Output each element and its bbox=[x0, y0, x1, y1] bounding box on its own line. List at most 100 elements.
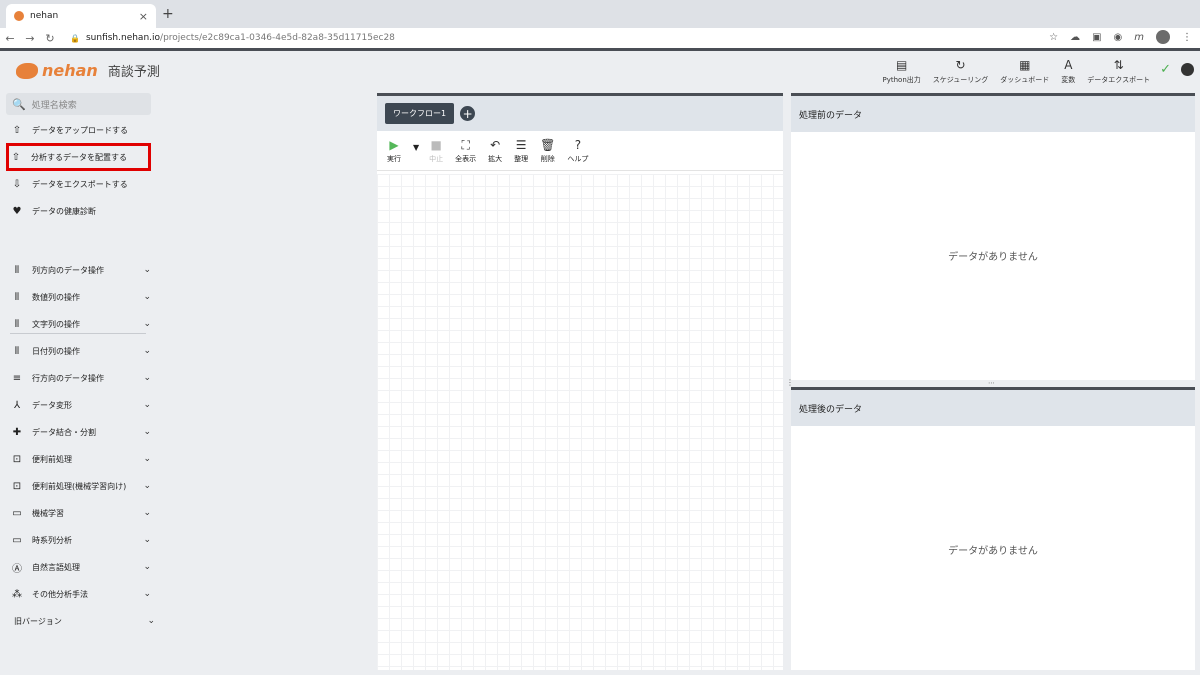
forward-icon[interactable]: → bbox=[20, 32, 40, 45]
fit-all-button[interactable]: ⛶ 全表示 bbox=[455, 138, 476, 164]
chevron-down-icon: ⌄ bbox=[143, 346, 151, 356]
account-icon[interactable] bbox=[1181, 63, 1194, 76]
chevron-down-icon: ⌄ bbox=[143, 508, 151, 518]
tab-close-icon[interactable]: × bbox=[139, 10, 148, 23]
translate-icon[interactable]: ▣ bbox=[1092, 32, 1101, 43]
nlp-icon: Ⓐ bbox=[12, 563, 22, 575]
stop-button[interactable]: ■ 中止 bbox=[429, 138, 443, 164]
extension-icons: ☆ ☁ ▣ ◉ m ⋮ bbox=[1049, 30, 1192, 44]
search-icon: 🔍 bbox=[12, 97, 26, 111]
url-field[interactable]: 🔒 sunfish.nehan.io/projects/e2c89ca1-034… bbox=[70, 33, 395, 43]
download-icon: ⇩ bbox=[12, 178, 22, 190]
top-nav: ▤ Python出力 ↻ スケジューリング ▦ ダッシュボード A 変数 ⇅ デ… bbox=[871, 58, 1194, 85]
nehan-logo-icon bbox=[16, 62, 38, 79]
category-nlp[interactable]: Ⓐ 自然言語処理 ⌄ bbox=[10, 556, 155, 578]
play-icon: ▶ bbox=[389, 137, 399, 152]
category-column-ops[interactable]: ⦀ 列方向のデータ操作 ⌄ bbox=[10, 259, 155, 281]
chevron-down-icon: ⌄ bbox=[143, 400, 151, 410]
category-join-split[interactable]: ✚ データ結合・分割 ⌄ bbox=[10, 421, 155, 443]
tool-label: 拡大 bbox=[488, 154, 503, 163]
browser-tab[interactable]: nehan × bbox=[6, 4, 156, 28]
search-input[interactable]: 🔍 処理名検索 bbox=[6, 93, 151, 115]
m-extension-icon[interactable]: m bbox=[1134, 32, 1144, 43]
workflow-panel: ワークフロー1 + ▶ 実行 ▼ ■ 中止 ⛶ 全表示 ↶ 拡大 ☰ 整理 🗑 … bbox=[377, 93, 783, 670]
columns-icon: ⦀ bbox=[14, 291, 20, 303]
category-transform[interactable]: ⅄ データ変形 ⌄ bbox=[10, 394, 155, 416]
category-date-ops[interactable]: ⦀ 日付列の操作 ⌄ bbox=[10, 340, 155, 362]
chevron-down-icon: ⌄ bbox=[147, 616, 155, 626]
nav-label: データエクスポート bbox=[1087, 76, 1151, 84]
nav-label: ダッシュボード bbox=[1000, 76, 1050, 84]
menu-icon[interactable]: ⋮ bbox=[1182, 32, 1192, 43]
browser-tab-bar: nehan × + bbox=[0, 0, 1200, 28]
sidebar-item-label: データをアップロードする bbox=[32, 125, 128, 135]
run-button[interactable]: ▶ 実行 bbox=[387, 138, 401, 164]
category-legacy-version[interactable]: 旧バージョン ⌄ bbox=[14, 610, 159, 632]
chevron-down-icon: ⌄ bbox=[143, 562, 151, 572]
sidebar-item-place-data[interactable]: ⇧ 分析するデータを配置する bbox=[6, 143, 151, 171]
profile-avatar[interactable] bbox=[1156, 30, 1170, 44]
data-export-button[interactable]: ⇅ データエクスポート bbox=[1087, 58, 1150, 85]
columns-icon: ⦀ bbox=[14, 318, 20, 330]
tool-label: 実行 bbox=[387, 154, 401, 163]
tool-label: ヘルプ bbox=[567, 154, 589, 163]
scheduling-button[interactable]: ↻ スケジューリング bbox=[933, 58, 989, 85]
variables-button[interactable]: A 変数 bbox=[1061, 58, 1075, 85]
tab-workflow-1[interactable]: ワークフロー1 bbox=[385, 103, 455, 124]
category-label: 自然言語処理 bbox=[32, 562, 80, 572]
add-workflow-button[interactable]: + bbox=[460, 106, 476, 121]
star-icon[interactable]: ☆ bbox=[1049, 32, 1058, 43]
reload-icon[interactable]: ↻ bbox=[40, 32, 60, 45]
category-label: 列方向のデータ操作 bbox=[32, 265, 104, 275]
chevron-down-icon: ⌄ bbox=[143, 589, 151, 599]
back-icon[interactable]: ← bbox=[0, 32, 20, 45]
category-row-ops[interactable]: ≡ 行方向のデータ操作 ⌄ bbox=[10, 367, 155, 389]
address-bar: ← → ↻ 🔒 sunfish.nehan.io/projects/e2c89c… bbox=[0, 28, 1200, 48]
tool-label: 全表示 bbox=[455, 154, 477, 163]
sidebar: 🔍 処理名検索 ⇧ データをアップロードする ⇧ 分析するデータを配置する ⇩ … bbox=[0, 93, 160, 675]
tool-label: 削除 bbox=[540, 154, 555, 163]
dashboard-button[interactable]: ▦ ダッシュボード bbox=[1000, 58, 1049, 85]
python-export-button[interactable]: ▤ Python出力 bbox=[883, 58, 921, 85]
chevron-down-icon: ⌄ bbox=[143, 373, 151, 383]
tool-label: 中止 bbox=[429, 154, 444, 163]
category-label: データ変形 bbox=[32, 400, 72, 410]
category-machine-learning[interactable]: ▭ 機械学習 ⌄ bbox=[10, 502, 155, 524]
new-tab-button[interactable]: + bbox=[162, 6, 174, 22]
help-button[interactable]: ? ヘルプ bbox=[567, 138, 588, 164]
empty-message: データがありません bbox=[948, 546, 1038, 557]
category-label: 便利前処理 bbox=[32, 454, 72, 464]
brand-name: nehan bbox=[42, 61, 98, 80]
sidebar-item-label: データの健康診断 bbox=[32, 206, 96, 216]
zoom-button[interactable]: ↶ 拡大 bbox=[488, 138, 502, 164]
workflow-canvas[interactable] bbox=[377, 174, 783, 670]
before-data-panel: 処理前のデータ データがありません bbox=[791, 93, 1195, 380]
url-path: /projects/e2c89ca1-0346-4e5d-82a8-35d117… bbox=[160, 33, 395, 43]
category-preprocess[interactable]: ⊡ 便利前処理 ⌄ bbox=[10, 448, 155, 470]
circle-extension-icon[interactable]: ◉ bbox=[1114, 32, 1123, 43]
sidebar-item-export[interactable]: ⇩ データをエクスポートする bbox=[10, 173, 155, 195]
sidebar-item-health-check[interactable]: ♥ データの健康診断 bbox=[10, 200, 155, 222]
sidebar-item-upload[interactable]: ⇧ データをアップロードする bbox=[10, 119, 155, 141]
category-time-series[interactable]: ▭ 時系列分析 ⌄ bbox=[10, 529, 155, 551]
arrange-button[interactable]: ☰ 整理 bbox=[514, 138, 528, 164]
chevron-down-icon: ⌄ bbox=[143, 454, 151, 464]
logo[interactable]: nehan 商談予測 bbox=[16, 61, 160, 80]
app-header: nehan 商談予測 ▤ Python出力 ↻ スケジューリング ▦ ダッシュボ… bbox=[0, 51, 1200, 93]
category-label: 時系列分析 bbox=[32, 535, 72, 545]
category-numeric-ops[interactable]: ⦀ 数値列の操作 ⌄ bbox=[10, 286, 155, 308]
nav-label: Python出力 bbox=[882, 76, 921, 84]
search-placeholder: 処理名検索 bbox=[31, 100, 77, 111]
horizontal-splitter-handle[interactable]: ⋯ bbox=[988, 379, 995, 387]
nav-label: スケジューリング bbox=[932, 76, 989, 84]
run-options-dropdown[interactable]: ▼ bbox=[413, 143, 419, 152]
transform-icon: ⅄ bbox=[13, 399, 21, 411]
puzzle-icon: ✚ bbox=[12, 426, 22, 438]
category-preprocess-ml[interactable]: ⊡ 便利前処理(機械学習向け) ⌄ bbox=[10, 475, 155, 497]
category-other-analysis[interactable]: ⁂ その他分析手法 ⌄ bbox=[10, 583, 155, 605]
delete-button[interactable]: 🗑 削除 bbox=[540, 138, 555, 164]
dashboard-icon: ▦ bbox=[1019, 58, 1031, 72]
cloud-icon[interactable]: ☁ bbox=[1070, 32, 1080, 43]
category-string-ops[interactable]: ⦀ 文字列の操作 ⌄ bbox=[10, 313, 155, 335]
variable-icon: A bbox=[1064, 58, 1073, 72]
